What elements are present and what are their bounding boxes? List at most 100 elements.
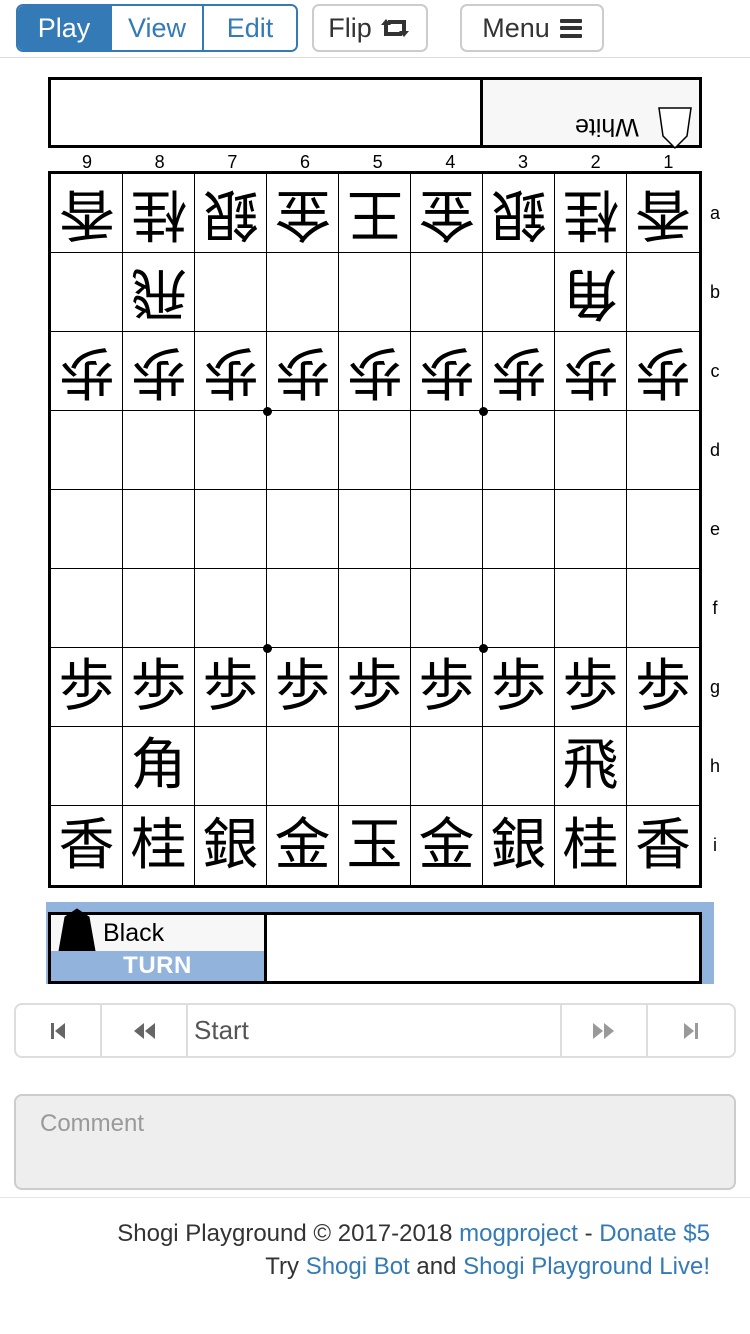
black-piece[interactable]: 歩: [275, 659, 331, 715]
shogi-bot-link[interactable]: Shogi Bot: [306, 1253, 410, 1280]
board-square[interactable]: [195, 569, 267, 648]
board-square[interactable]: [195, 411, 267, 490]
board-square[interactable]: 歩: [555, 332, 627, 411]
board-square[interactable]: 桂: [555, 806, 627, 885]
white-piece[interactable]: 歩: [59, 339, 115, 404]
board-square[interactable]: [339, 490, 411, 569]
black-piece[interactable]: 桂: [563, 817, 619, 874]
board-square[interactable]: [51, 411, 123, 490]
comment-field[interactable]: [14, 1094, 736, 1190]
board-square[interactable]: [339, 411, 411, 490]
white-piece[interactable]: 銀: [203, 181, 259, 246]
board-square[interactable]: [483, 569, 555, 648]
board-square[interactable]: 歩: [483, 648, 555, 727]
board-square[interactable]: 歩: [51, 332, 123, 411]
board-square[interactable]: 玉: [339, 806, 411, 885]
white-piece[interactable]: 歩: [203, 339, 259, 404]
board-square[interactable]: 銀: [483, 174, 555, 253]
board-square[interactable]: [483, 727, 555, 806]
board-square[interactable]: [267, 253, 339, 332]
board-square[interactable]: 歩: [51, 648, 123, 727]
board-square[interactable]: 歩: [123, 648, 195, 727]
flip-button[interactable]: Flip: [312, 4, 428, 52]
board-square[interactable]: [483, 411, 555, 490]
board-square[interactable]: [627, 569, 699, 648]
board-square[interactable]: [51, 569, 123, 648]
board-square[interactable]: 飛: [555, 727, 627, 806]
board-square[interactable]: 金: [411, 806, 483, 885]
board-square[interactable]: [195, 253, 267, 332]
board-square[interactable]: [555, 411, 627, 490]
board-square[interactable]: [483, 490, 555, 569]
black-piece[interactable]: 歩: [491, 659, 547, 715]
white-piece[interactable]: 歩: [563, 339, 619, 404]
white-piece[interactable]: 香: [59, 181, 115, 246]
black-piece[interactable]: 歩: [347, 659, 403, 715]
board-square[interactable]: 歩: [267, 332, 339, 411]
board-square[interactable]: [555, 569, 627, 648]
black-piece[interactable]: 歩: [203, 659, 259, 715]
black-piece[interactable]: 銀: [491, 817, 547, 874]
board-square[interactable]: 歩: [627, 648, 699, 727]
view-mode-button[interactable]: View: [112, 6, 204, 50]
white-piece[interactable]: 王: [347, 181, 403, 246]
board-square[interactable]: [411, 253, 483, 332]
white-piece[interactable]: 桂: [131, 181, 187, 246]
board-square[interactable]: [339, 253, 411, 332]
board-square[interactable]: 銀: [195, 174, 267, 253]
black-piece[interactable]: 歩: [131, 659, 187, 715]
white-piece[interactable]: 角: [563, 260, 619, 325]
board-square[interactable]: 香: [51, 806, 123, 885]
previous-move-button[interactable]: [102, 1005, 188, 1056]
menu-button[interactable]: Menu: [460, 4, 604, 52]
next-move-button[interactable]: [562, 1005, 648, 1056]
white-hand-area[interactable]: [51, 80, 483, 145]
board-square[interactable]: 歩: [195, 648, 267, 727]
black-piece[interactable]: 金: [275, 817, 331, 874]
board-square[interactable]: [267, 727, 339, 806]
white-piece[interactable]: 歩: [419, 339, 475, 404]
black-piece[interactable]: 歩: [419, 659, 475, 715]
board-square[interactable]: 銀: [195, 806, 267, 885]
board-square[interactable]: [627, 727, 699, 806]
white-piece[interactable]: 歩: [491, 339, 547, 404]
board-square[interactable]: [123, 490, 195, 569]
white-piece[interactable]: 香: [635, 181, 691, 246]
board-square[interactable]: 金: [267, 174, 339, 253]
board-square[interactable]: [411, 727, 483, 806]
black-piece[interactable]: 飛: [563, 738, 619, 794]
shogi-playground-live-link[interactable]: Shogi Playground Live!: [463, 1253, 710, 1280]
board-square[interactable]: 香: [627, 806, 699, 885]
board-square[interactable]: 歩: [339, 332, 411, 411]
board-square[interactable]: [411, 569, 483, 648]
board-square[interactable]: [267, 569, 339, 648]
board-square[interactable]: 王: [339, 174, 411, 253]
board-square[interactable]: [51, 490, 123, 569]
black-piece[interactable]: 香: [635, 817, 691, 874]
board-square[interactable]: 金: [411, 174, 483, 253]
last-move-button[interactable]: [648, 1005, 734, 1056]
board-square[interactable]: 歩: [123, 332, 195, 411]
board-square[interactable]: [627, 253, 699, 332]
white-piece[interactable]: 歩: [347, 339, 403, 404]
board-square[interactable]: 銀: [483, 806, 555, 885]
board-square[interactable]: 桂: [123, 174, 195, 253]
board-square[interactable]: [339, 727, 411, 806]
board-square[interactable]: [195, 490, 267, 569]
mogproject-link[interactable]: mogproject: [459, 1220, 578, 1247]
board-square[interactable]: 飛: [123, 253, 195, 332]
board-square[interactable]: [123, 411, 195, 490]
board-square[interactable]: 歩: [267, 648, 339, 727]
board-square[interactable]: [195, 727, 267, 806]
board-square[interactable]: 香: [627, 174, 699, 253]
black-piece[interactable]: 歩: [635, 659, 691, 715]
board-square[interactable]: [123, 569, 195, 648]
board-square[interactable]: 香: [51, 174, 123, 253]
black-piece[interactable]: 銀: [203, 817, 259, 874]
black-piece[interactable]: 香: [59, 817, 115, 874]
white-piece[interactable]: 歩: [635, 339, 691, 404]
play-mode-button[interactable]: Play: [18, 6, 112, 50]
white-piece[interactable]: 金: [419, 181, 475, 246]
board-square[interactable]: 歩: [627, 332, 699, 411]
black-piece[interactable]: 桂: [131, 817, 187, 874]
